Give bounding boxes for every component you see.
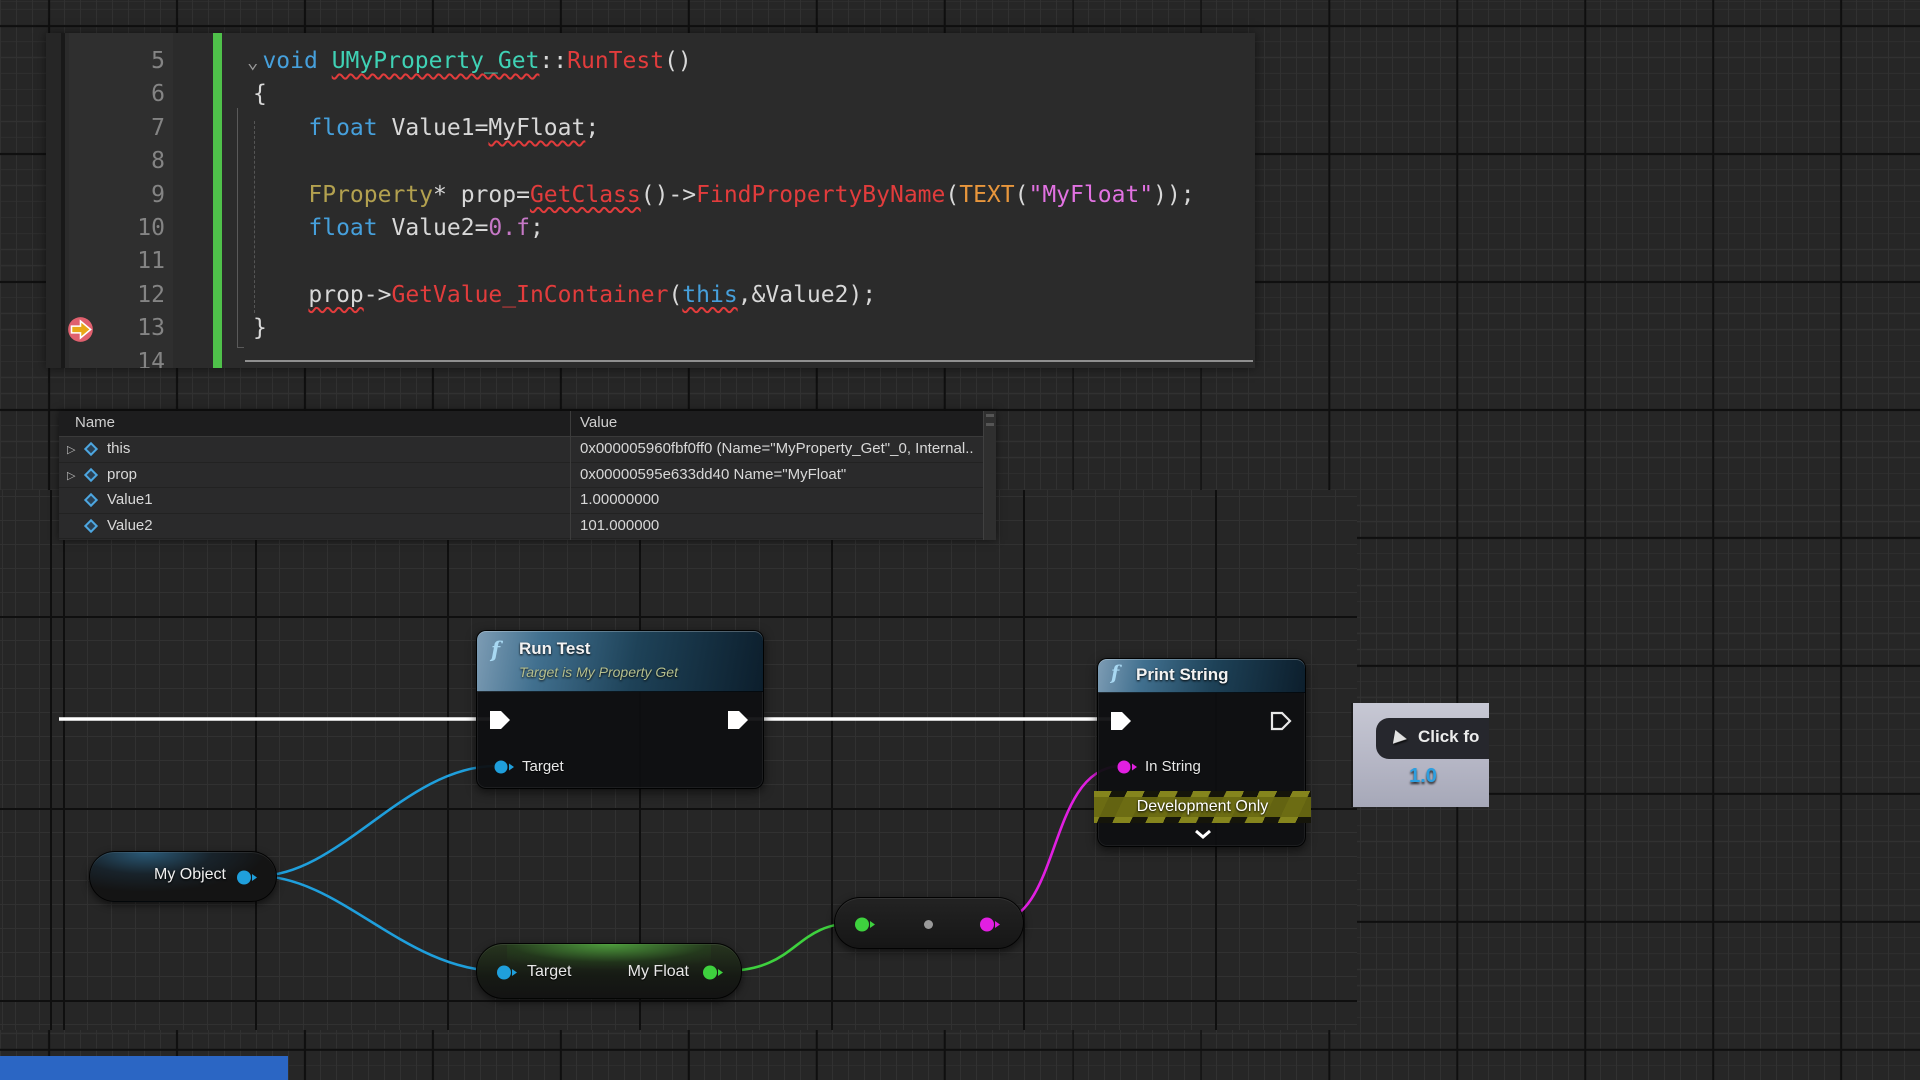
function-icon: f [491,637,500,662]
value-column-header[interactable]: Value [580,414,617,431]
function-icon: f [1111,662,1119,684]
node-run-test-header[interactable]: f Run Test Target is My Property Get [477,631,763,692]
node-title: Run Test [519,639,590,659]
target-in-pin[interactable] [496,965,518,980]
cursor-arrow-icon [1393,730,1408,746]
exec-out-pin[interactable] [1270,711,1293,731]
node-float-to-string[interactable] [834,897,1024,949]
variable-value: 101.000000 [580,517,659,534]
watch-row-this[interactable]: ▷ this 0x000005960fbf0ff0 (Name="MyPropert… [59,437,996,463]
code-line[interactable]: float Value2=0.f; [46,212,1255,245]
node-print-string[interactable]: f Print String In String Development Onl… [1097,658,1306,847]
exec-in-pin[interactable] [489,710,512,730]
debug-value-tooltip: Click fo 1.0 [1353,703,1489,807]
code-line[interactable]: FProperty* prop=GetClass()->FindProperty… [46,179,1255,212]
code-line[interactable] [46,245,1255,278]
exec-out-pin[interactable] [727,710,750,730]
fold-chevron-icon[interactable]: ⌄ [247,51,258,73]
in-string-pin-label: In String [1145,758,1201,775]
variable-name: Value2 [107,517,153,534]
click-for-button[interactable]: Click fo [1376,718,1489,759]
variable-icon [84,518,98,532]
column-divider[interactable] [570,411,571,540]
float-in-pin[interactable] [854,917,876,932]
watch-header: Name Value [59,411,996,437]
watch-scrollbar[interactable] [983,411,996,540]
in-string-pin[interactable] [1117,760,1139,774]
code-line[interactable] [46,145,1255,178]
name-column-header[interactable]: Name [75,414,115,431]
string-out-pin[interactable] [979,917,1001,932]
debug-value: 1.0 [1381,765,1465,788]
getter-target-label: Target [527,963,571,981]
code-line[interactable]: ⌄void UMyProperty_Get::RunTest() [46,45,1255,78]
my-object-label: My Object [154,866,226,884]
current-statement-arrow-icon[interactable] [67,316,94,343]
click-for-label: Click fo [1418,727,1479,747]
code-line[interactable]: { [46,78,1255,111]
expand-arrow-icon[interactable]: ▷ [67,469,75,482]
variable-value: 1.00000000 [580,491,659,508]
node-my-object[interactable]: My Object [89,851,277,902]
watch-window[interactable]: Name Value ▷ this 0x000005960fbf0ff0 (Name… [59,411,996,540]
expand-arrow-icon[interactable]: ▷ [67,443,75,456]
development-only-label: Development Only [1137,798,1269,816]
variable-value: 0x000005960fbf0ff0 (Name="MyProperty_Get… [580,440,974,457]
variable-icon [84,467,98,481]
code-text[interactable]: ⌄void UMyProperty_Get::RunTest(){ float … [46,45,1255,368]
expand-chevron-icon[interactable] [1194,829,1212,839]
object-out-pin[interactable] [236,870,258,885]
blueprint-canvas[interactable]: f Run Test Target is My Property Get Tar… [0,0,1920,1080]
conversion-dot-icon [924,920,933,929]
variable-icon [84,442,98,456]
watch-row-Value2[interactable]: Value2 101.000000 [59,514,996,540]
watch-row-Value1[interactable]: Value1 1.00000000 [59,488,996,514]
target-pin[interactable] [494,760,516,774]
node-run-test[interactable]: f Run Test Target is My Property Get Tar… [476,630,764,789]
node-subtitle: Target is My Property Get [519,664,678,680]
bottom-blue-bar [0,1056,288,1080]
code-line[interactable]: prop->GetValue_InContainer(this,&Value2)… [46,279,1255,312]
code-line[interactable]: } [46,312,1255,345]
target-pin-label: Target [522,758,564,775]
variable-name: Value1 [107,491,153,508]
variable-value: 0x00000595e633dd40 Name="MyFloat" [580,466,846,483]
node-title: Print String [1136,665,1229,685]
watch-row-prop[interactable]: ▷ prop 0x00000595e633dd40 Name="MyFloat" [59,463,996,489]
code-editor[interactable]: 567891011121314 ⌄void UMyProperty_Get::R… [46,33,1255,368]
development-only-banner: Development Only [1094,791,1311,823]
node-get-my-float[interactable]: Target My Float [476,943,742,999]
code-line[interactable]: float Value1=MyFloat; [46,112,1255,145]
code-line[interactable] [46,346,1255,368]
variable-name: prop [107,466,137,483]
node-print-string-header[interactable]: f Print String [1098,659,1305,693]
variable-name: this [107,440,130,457]
variable-icon [84,493,98,507]
horizontal-scrollbar[interactable] [245,360,1253,362]
my-float-label: My Float [628,963,689,981]
exec-in-pin[interactable] [1110,711,1133,731]
float-out-pin[interactable] [702,965,724,980]
